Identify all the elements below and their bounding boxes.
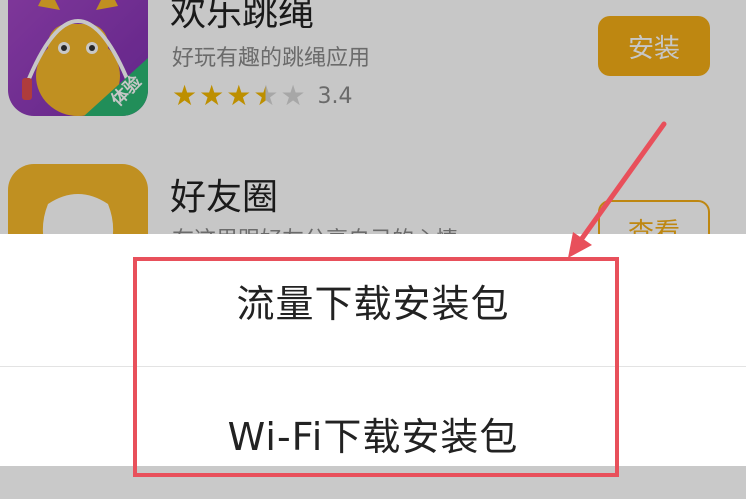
wifi-download-option[interactable]: Wi-Fi下载安装包 [0, 366, 746, 499]
download-options-sheet: 流量下载安装包 Wi-Fi下载安装包 [0, 234, 746, 466]
cellular-download-option[interactable]: 流量下载安装包 [0, 234, 746, 366]
